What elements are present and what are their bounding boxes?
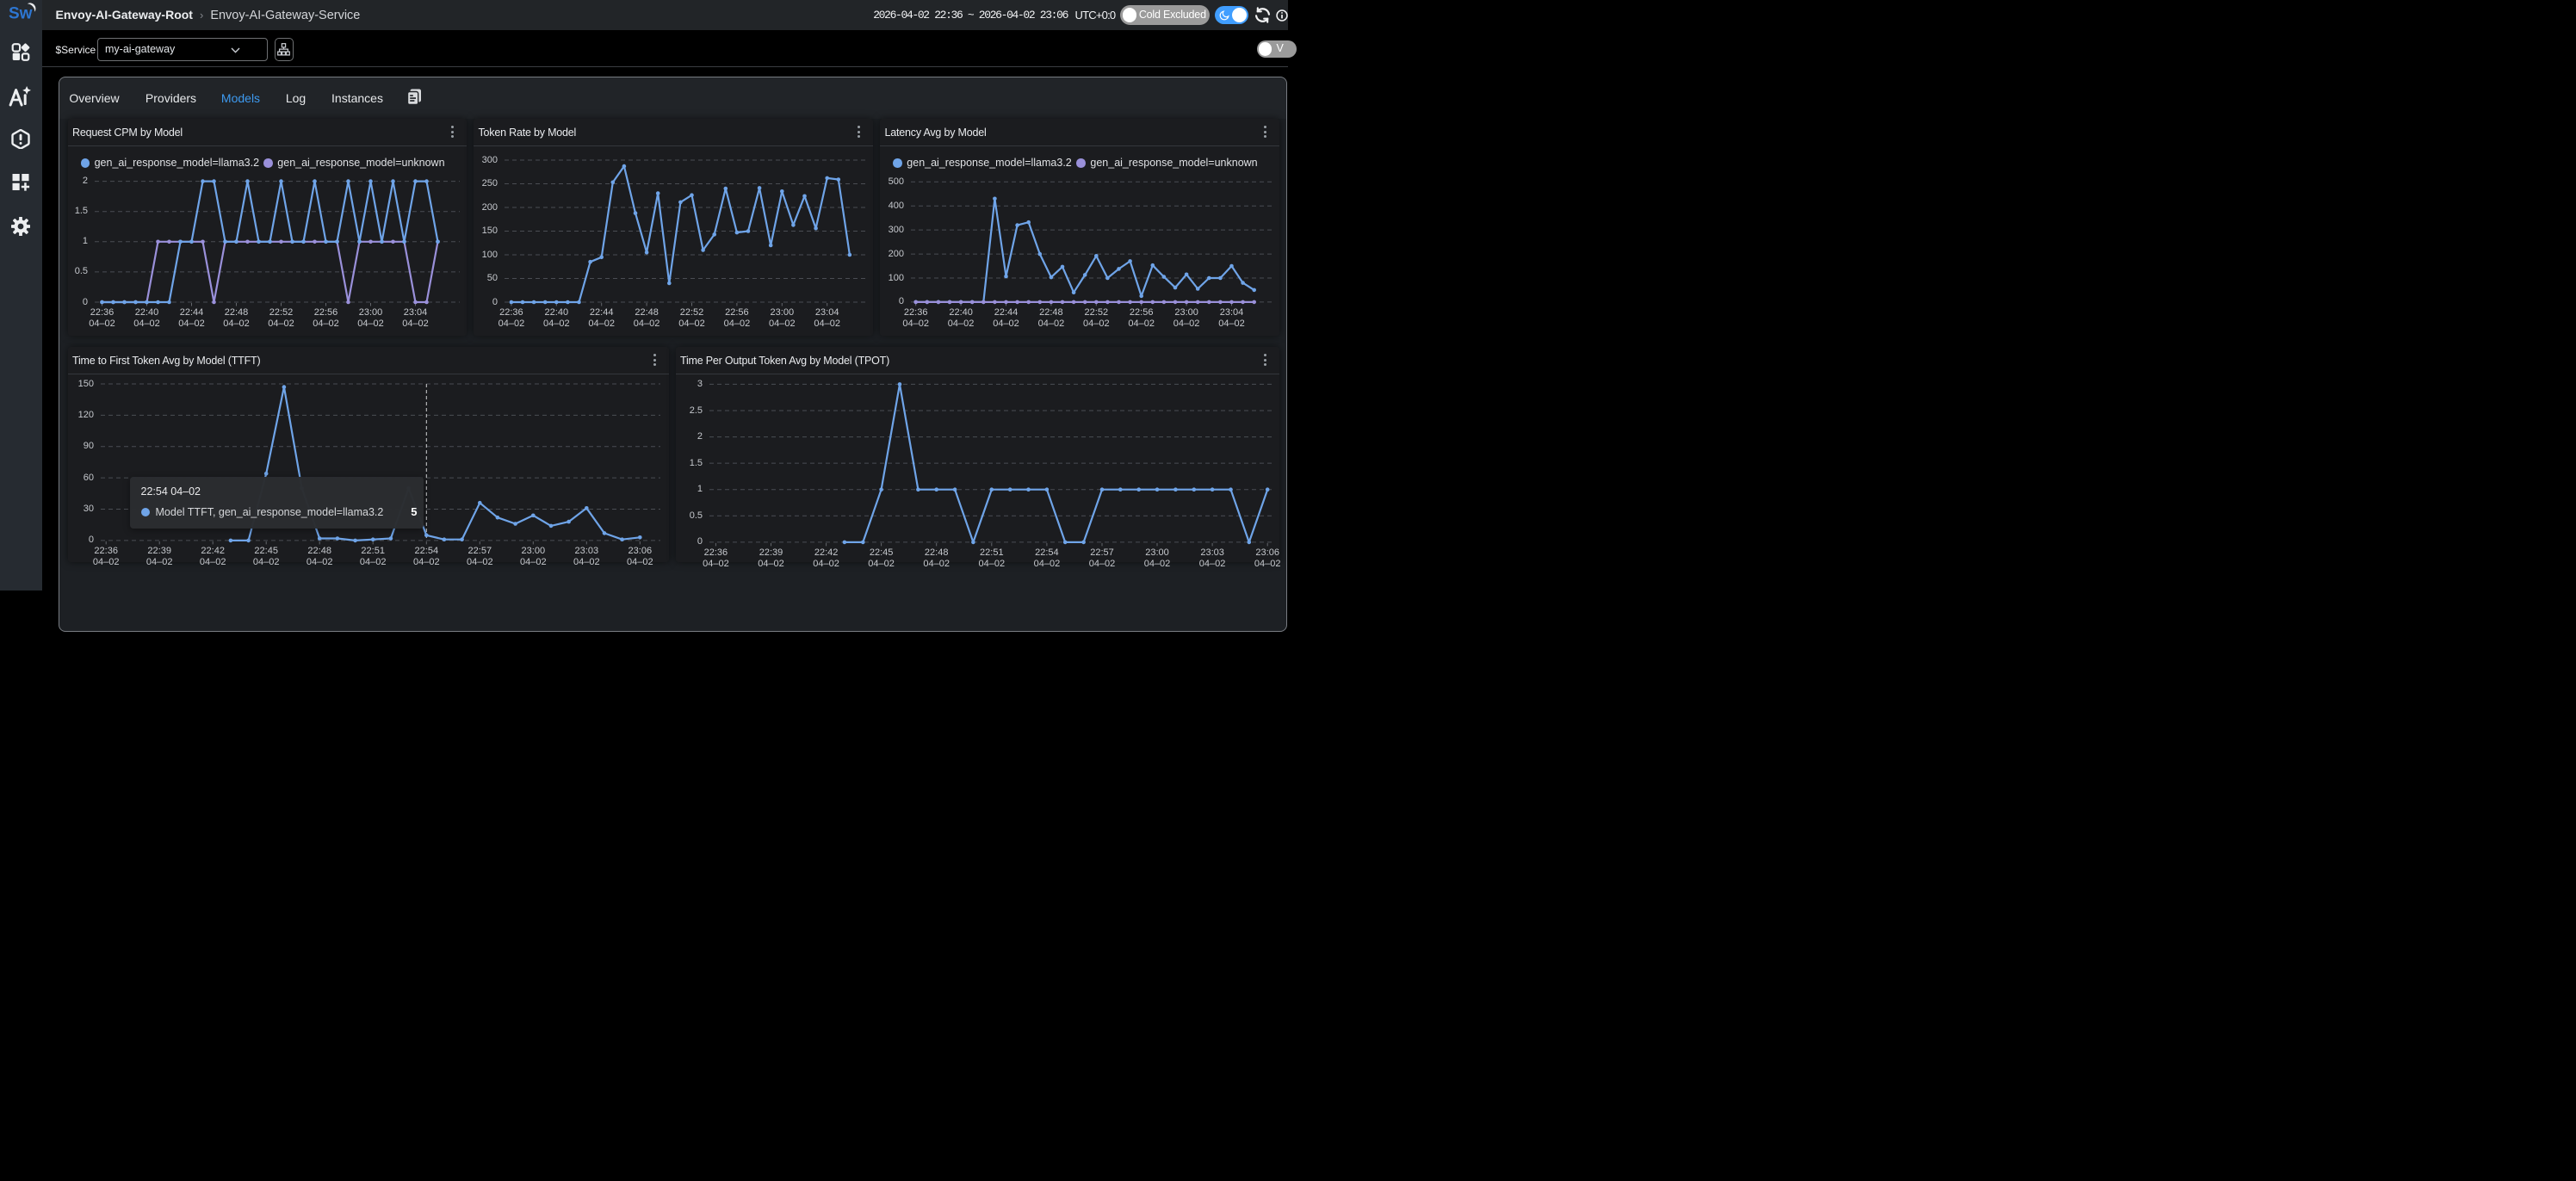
svg-text:Sw: Sw	[9, 5, 33, 23]
